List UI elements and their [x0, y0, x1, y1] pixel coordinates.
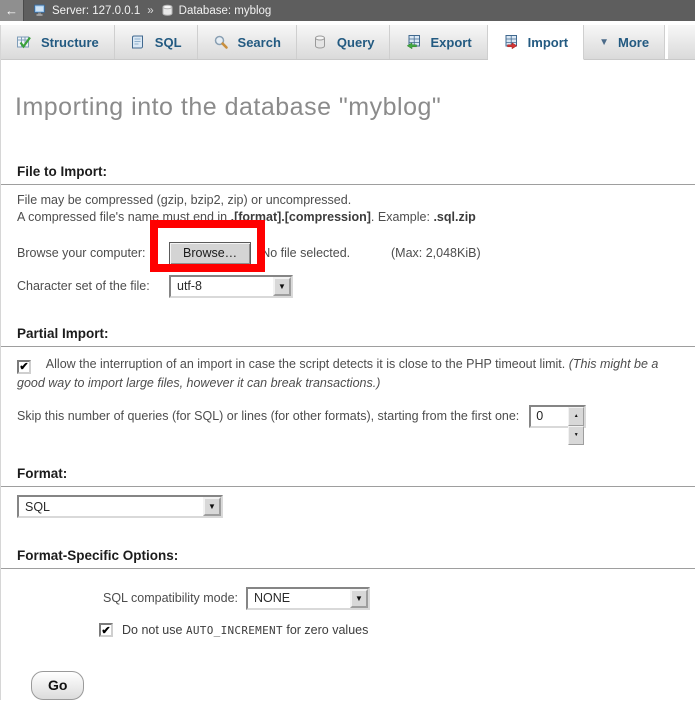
search-icon: [213, 34, 229, 50]
section-heading-format: Format:: [1, 466, 695, 487]
section-heading-file-to-import: File to Import:: [1, 164, 695, 185]
charset-selected-value: utf-8: [171, 277, 273, 296]
tab-structure[interactable]: Structure: [1, 25, 115, 59]
tab-export[interactable]: Export: [390, 25, 487, 59]
query-icon: [312, 34, 328, 50]
auto-increment-code: AUTO_INCREMENT: [186, 624, 283, 637]
auto-increment-row: ✔ Do not use AUTO_INCREMENT for zero val…: [99, 621, 695, 639]
charset-row: Character set of the file: utf-8 ▼: [17, 274, 695, 298]
browse-label: Browse your computer:: [17, 245, 169, 262]
page-title: Importing into the database "myblog": [15, 93, 695, 122]
tabbar-filler: [668, 25, 695, 59]
database-icon: [161, 4, 174, 17]
breadcrumb-separator: »: [147, 5, 153, 17]
compression-info: File may be compressed (gzip, bzip2, zip…: [17, 192, 695, 226]
dropdown-arrow-icon[interactable]: ▼: [273, 277, 291, 296]
section-partial-import: Partial Import: ✔ Allow the interruption…: [1, 326, 695, 428]
auto-increment-text: Do not use AUTO_INCREMENT for zero value…: [122, 623, 368, 637]
no-file-selected-text: No file selected.: [261, 245, 350, 262]
skip-queries-input[interactable]: 0 ▲ ▼: [529, 405, 586, 428]
spinner-down-button[interactable]: ▼: [568, 426, 584, 445]
interrupt-text: Allow the interruption of an import in c…: [46, 357, 565, 371]
compression-info-example: . Example:: [371, 210, 434, 224]
sql-compatibility-label: SQL compatibility mode:: [103, 590, 238, 607]
browse-row: Browse your computer: Browse… No file se…: [17, 240, 695, 266]
sql-compatibility-select[interactable]: NONE ▼: [246, 587, 370, 610]
tab-import[interactable]: Import: [488, 25, 584, 60]
breadcrumb: Server: 127.0.0.1 » Database: myblog: [34, 4, 271, 17]
browse-button[interactable]: Browse…: [169, 242, 251, 265]
breadcrumb-bar: ← Server: 127.0.0.1 » Database: myblog: [0, 0, 695, 21]
tab-label: SQL: [155, 35, 182, 50]
spinner-up-button[interactable]: ▲: [568, 407, 584, 426]
skip-queries-value: 0: [531, 407, 568, 426]
tab-label: Structure: [41, 35, 99, 50]
interrupt-option: ✔ Allow the interruption of an import in…: [17, 355, 677, 392]
dropdown-arrow-icon[interactable]: ▼: [203, 497, 221, 516]
charset-select[interactable]: utf-8 ▼: [169, 275, 293, 298]
example-filename: .sql.zip: [433, 210, 475, 224]
export-icon: [405, 34, 421, 50]
compression-info-line2: A compressed file's name must end in: [17, 210, 231, 224]
max-size-note: (Max: 2,048KiB): [391, 245, 481, 262]
spinner: ▲ ▼: [568, 407, 584, 426]
back-arrow-icon: ←: [5, 3, 18, 18]
section-heading-partial-import: Partial Import:: [1, 326, 695, 347]
format-pattern: .[format].[compression]: [231, 210, 371, 224]
tab-label: More: [618, 35, 649, 50]
sql-icon: [130, 34, 146, 50]
tab-more[interactable]: ▼ More: [584, 25, 665, 59]
go-button[interactable]: Go: [31, 671, 84, 700]
tab-query[interactable]: Query: [297, 25, 391, 59]
auto-increment-checkbox[interactable]: ✔: [99, 623, 113, 637]
breadcrumb-database[interactable]: Database: myblog: [179, 5, 272, 17]
interrupt-checkbox[interactable]: ✔: [17, 360, 31, 374]
section-heading-format-specific: Format-Specific Options:: [1, 548, 695, 569]
tab-search[interactable]: Search: [198, 25, 297, 59]
tab-label: Import: [528, 35, 568, 50]
format-selected-value: SQL: [19, 497, 203, 516]
section-file-to-import: File to Import: File may be compressed (…: [1, 164, 695, 298]
structure-icon: [16, 34, 32, 50]
skip-row: Skip this number of queries (for SQL) or…: [17, 404, 695, 428]
section-format: Format: SQL ▼: [1, 466, 695, 518]
compression-info-line1: File may be compressed (gzip, bzip2, zip…: [17, 193, 351, 207]
tab-label: Export: [430, 35, 471, 50]
server-icon: [34, 4, 47, 17]
back-button[interactable]: ←: [0, 0, 24, 21]
sql-compatibility-value: NONE: [248, 589, 350, 608]
format-select[interactable]: SQL ▼: [17, 495, 223, 518]
skip-label: Skip this number of queries (for SQL) or…: [17, 408, 519, 425]
section-format-specific-options: Format-Specific Options: SQL compatibili…: [1, 548, 695, 639]
charset-label: Character set of the file:: [17, 278, 169, 295]
tab-label: Search: [238, 35, 281, 50]
tab-sql[interactable]: SQL: [115, 25, 198, 59]
sql-compatibility-row: SQL compatibility mode: NONE ▼: [103, 585, 695, 611]
breadcrumb-server[interactable]: Server: 127.0.0.1: [52, 5, 140, 17]
tab-bar: Structure SQL Search Query Export: [1, 25, 695, 60]
tab-label: Query: [337, 35, 375, 50]
chevron-down-icon: ▼: [599, 37, 609, 48]
import-icon: [503, 34, 519, 50]
dropdown-arrow-icon[interactable]: ▼: [350, 589, 368, 608]
